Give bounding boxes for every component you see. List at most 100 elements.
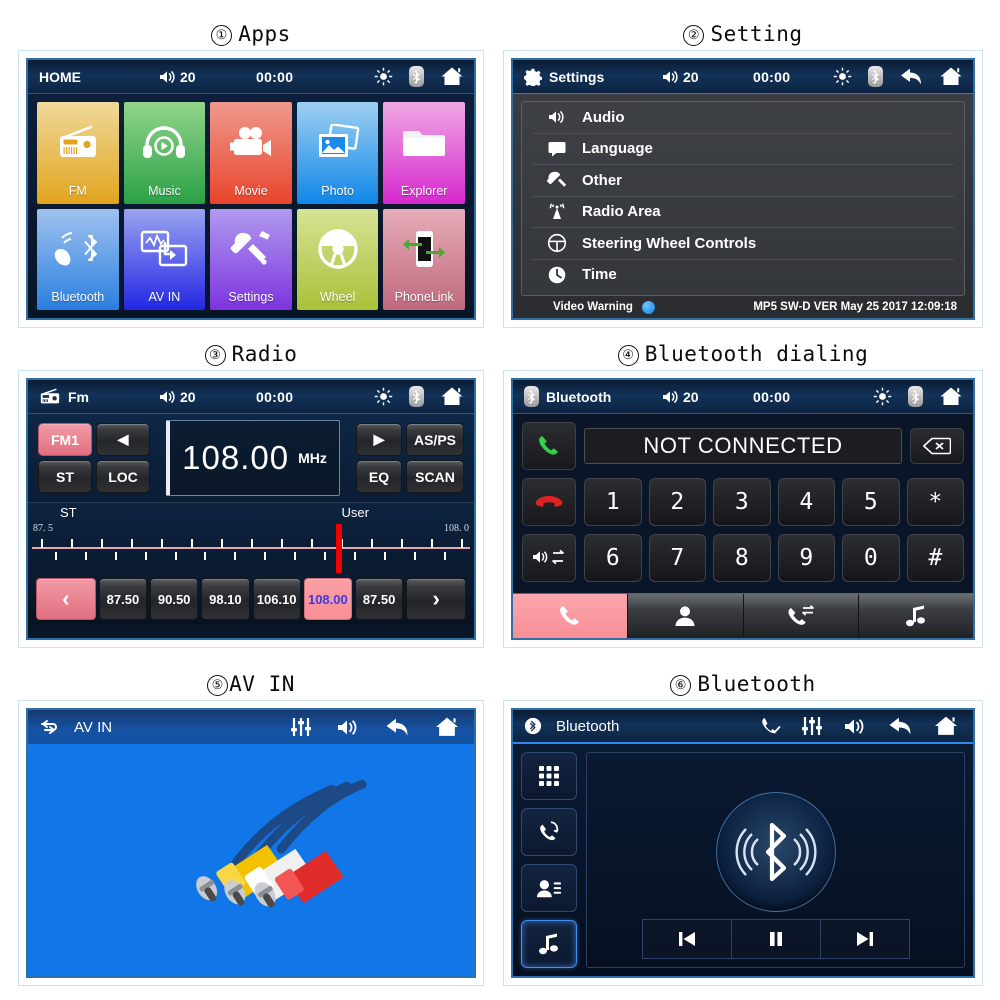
home-icon[interactable]: [434, 716, 460, 738]
app-tile-fm[interactable]: FM: [37, 102, 119, 204]
home-icon[interactable]: [933, 715, 959, 737]
bluetooth-icon[interactable]: [409, 66, 424, 87]
key-2[interactable]: 2: [648, 478, 706, 526]
speaker-icon[interactable]: [336, 718, 360, 737]
frequency-scale[interactable]: ST User 87. 5 108. 0: [28, 502, 474, 573]
home-icon[interactable]: [939, 386, 963, 407]
speaker-icon: [158, 69, 178, 85]
app-tile-movie[interactable]: Movie: [210, 102, 292, 204]
audio-transfer-button[interactable]: [522, 534, 576, 582]
app-tile-music[interactable]: Music: [123, 102, 206, 204]
av-in-icon: [39, 718, 61, 736]
key-0[interactable]: 0: [842, 534, 900, 582]
home-icon[interactable]: [939, 66, 963, 87]
preset-next-button[interactable]: ›: [406, 578, 466, 620]
key-hash[interactable]: #: [906, 534, 964, 582]
equalizer-icon[interactable]: [801, 716, 823, 736]
home-icon[interactable]: [440, 66, 464, 87]
speaker-icon[interactable]: [843, 717, 867, 736]
tuner-cursor[interactable]: [335, 524, 342, 573]
st-button[interactable]: ST: [38, 460, 92, 493]
equalizer-icon[interactable]: [290, 717, 312, 737]
call-end-button[interactable]: [522, 478, 576, 526]
bluetooth-icon[interactable]: [409, 386, 424, 407]
band-button[interactable]: FM1: [38, 423, 92, 456]
eq-button[interactable]: EQ: [356, 460, 402, 493]
key-9[interactable]: 9: [777, 534, 835, 582]
video-warning-toggle[interactable]: Video Warning: [553, 300, 655, 314]
scale-tick-major: [191, 539, 194, 548]
volume-indicator[interactable]: 20: [661, 389, 699, 405]
key-star[interactable]: *: [906, 478, 964, 526]
sidebar-item-dialpad[interactable]: [521, 752, 577, 800]
app-tile-photo[interactable]: Photo: [296, 102, 379, 204]
home-icon[interactable]: [440, 386, 464, 407]
next-track-button[interactable]: [821, 920, 909, 958]
key-3[interactable]: 3: [713, 478, 771, 526]
brightness-icon[interactable]: [873, 387, 892, 406]
settings-item-other[interactable]: Other: [532, 165, 954, 197]
brightness-icon[interactable]: [374, 387, 393, 406]
key-7[interactable]: 7: [648, 534, 706, 582]
chat-icon: [546, 140, 568, 157]
back-icon[interactable]: [384, 717, 410, 737]
sidebar-item-phone-sync[interactable]: [521, 808, 577, 856]
settings-item-steering-wheel-controls[interactable]: Steering Wheel Controls: [532, 228, 954, 260]
preset-prev-button[interactable]: ‹: [36, 578, 96, 620]
back-icon[interactable]: [887, 716, 913, 736]
video-warning-indicator[interactable]: [641, 300, 655, 314]
preset-button[interactable]: 87.50: [354, 578, 404, 620]
app-tile-bluetooth[interactable]: Bluetooth: [37, 208, 119, 310]
brightness-icon[interactable]: [833, 67, 852, 86]
settings-item-time[interactable]: Time: [532, 260, 954, 291]
preset-button-active[interactable]: 108.00: [303, 578, 352, 620]
preset-button[interactable]: 90.50: [150, 578, 199, 620]
tab-bt-music[interactable]: [858, 594, 973, 638]
settings-item-audio[interactable]: Audio: [532, 102, 954, 134]
panel-setting-frame: Settings 20 00:00 Audio Language Other R…: [503, 50, 983, 328]
tab-dialpad[interactable]: [513, 594, 629, 638]
key-5[interactable]: 5: [842, 478, 900, 526]
call-answer-button[interactable]: [522, 422, 576, 470]
app-tile-wheel[interactable]: Wheel: [296, 208, 379, 310]
volume-indicator[interactable]: 20: [661, 69, 699, 85]
statusbar-title: Bluetooth: [556, 717, 620, 735]
key-8[interactable]: 8: [713, 534, 771, 582]
av-in-statusbar-title-group: AV IN: [28, 718, 112, 736]
app-tile-av-in[interactable]: AV IN: [123, 208, 206, 310]
preset-button[interactable]: 98.10: [201, 578, 250, 620]
key-1[interactable]: 1: [584, 478, 642, 526]
prev-track-button[interactable]: [643, 920, 732, 958]
app-tile-settings[interactable]: Settings: [210, 208, 292, 310]
apps-screen: HOME 20 00:00 FM Music Movie Photo Explo…: [26, 58, 476, 320]
volume-indicator[interactable]: 20: [158, 69, 196, 85]
key-4[interactable]: 4: [777, 478, 835, 526]
tune-prev-button[interactable]: ◀: [96, 423, 150, 456]
dialpad-icon: [538, 765, 560, 787]
backspace-button[interactable]: [910, 428, 964, 464]
sidebar-item-contact-card[interactable]: [521, 864, 577, 912]
phone-check-icon[interactable]: [759, 716, 781, 736]
brightness-icon[interactable]: [374, 67, 393, 86]
app-tile-explorer[interactable]: Explorer: [383, 102, 465, 204]
tab-call-history[interactable]: [743, 594, 859, 638]
preset-button[interactable]: 106.10: [252, 578, 301, 620]
as-ps-button[interactable]: AS/PS: [406, 423, 464, 456]
tab-contacts[interactable]: [628, 594, 744, 638]
tune-next-button[interactable]: ▶: [356, 423, 402, 456]
settings-item-language[interactable]: Language: [532, 134, 954, 165]
pause-button[interactable]: [732, 920, 821, 958]
back-icon[interactable]: [899, 67, 923, 86]
bluetooth-icon[interactable]: [868, 66, 883, 87]
bluetooth-icon[interactable]: [908, 386, 923, 407]
preset-button[interactable]: 87.50: [98, 578, 148, 620]
key-6[interactable]: 6: [584, 534, 642, 582]
loc-button[interactable]: LOC: [96, 460, 150, 493]
radio-right-buttons: ▶ AS/PS EQ SCAN: [356, 423, 464, 493]
settings-item-radio-area[interactable]: Radio Area: [532, 197, 954, 228]
volume-indicator[interactable]: 20: [158, 389, 196, 405]
sidebar-item-music[interactable]: [521, 920, 577, 968]
scan-button[interactable]: SCAN: [406, 460, 464, 493]
av-in-video-area[interactable]: [28, 744, 474, 976]
app-tile-phonelink[interactable]: PhoneLink: [383, 208, 465, 310]
